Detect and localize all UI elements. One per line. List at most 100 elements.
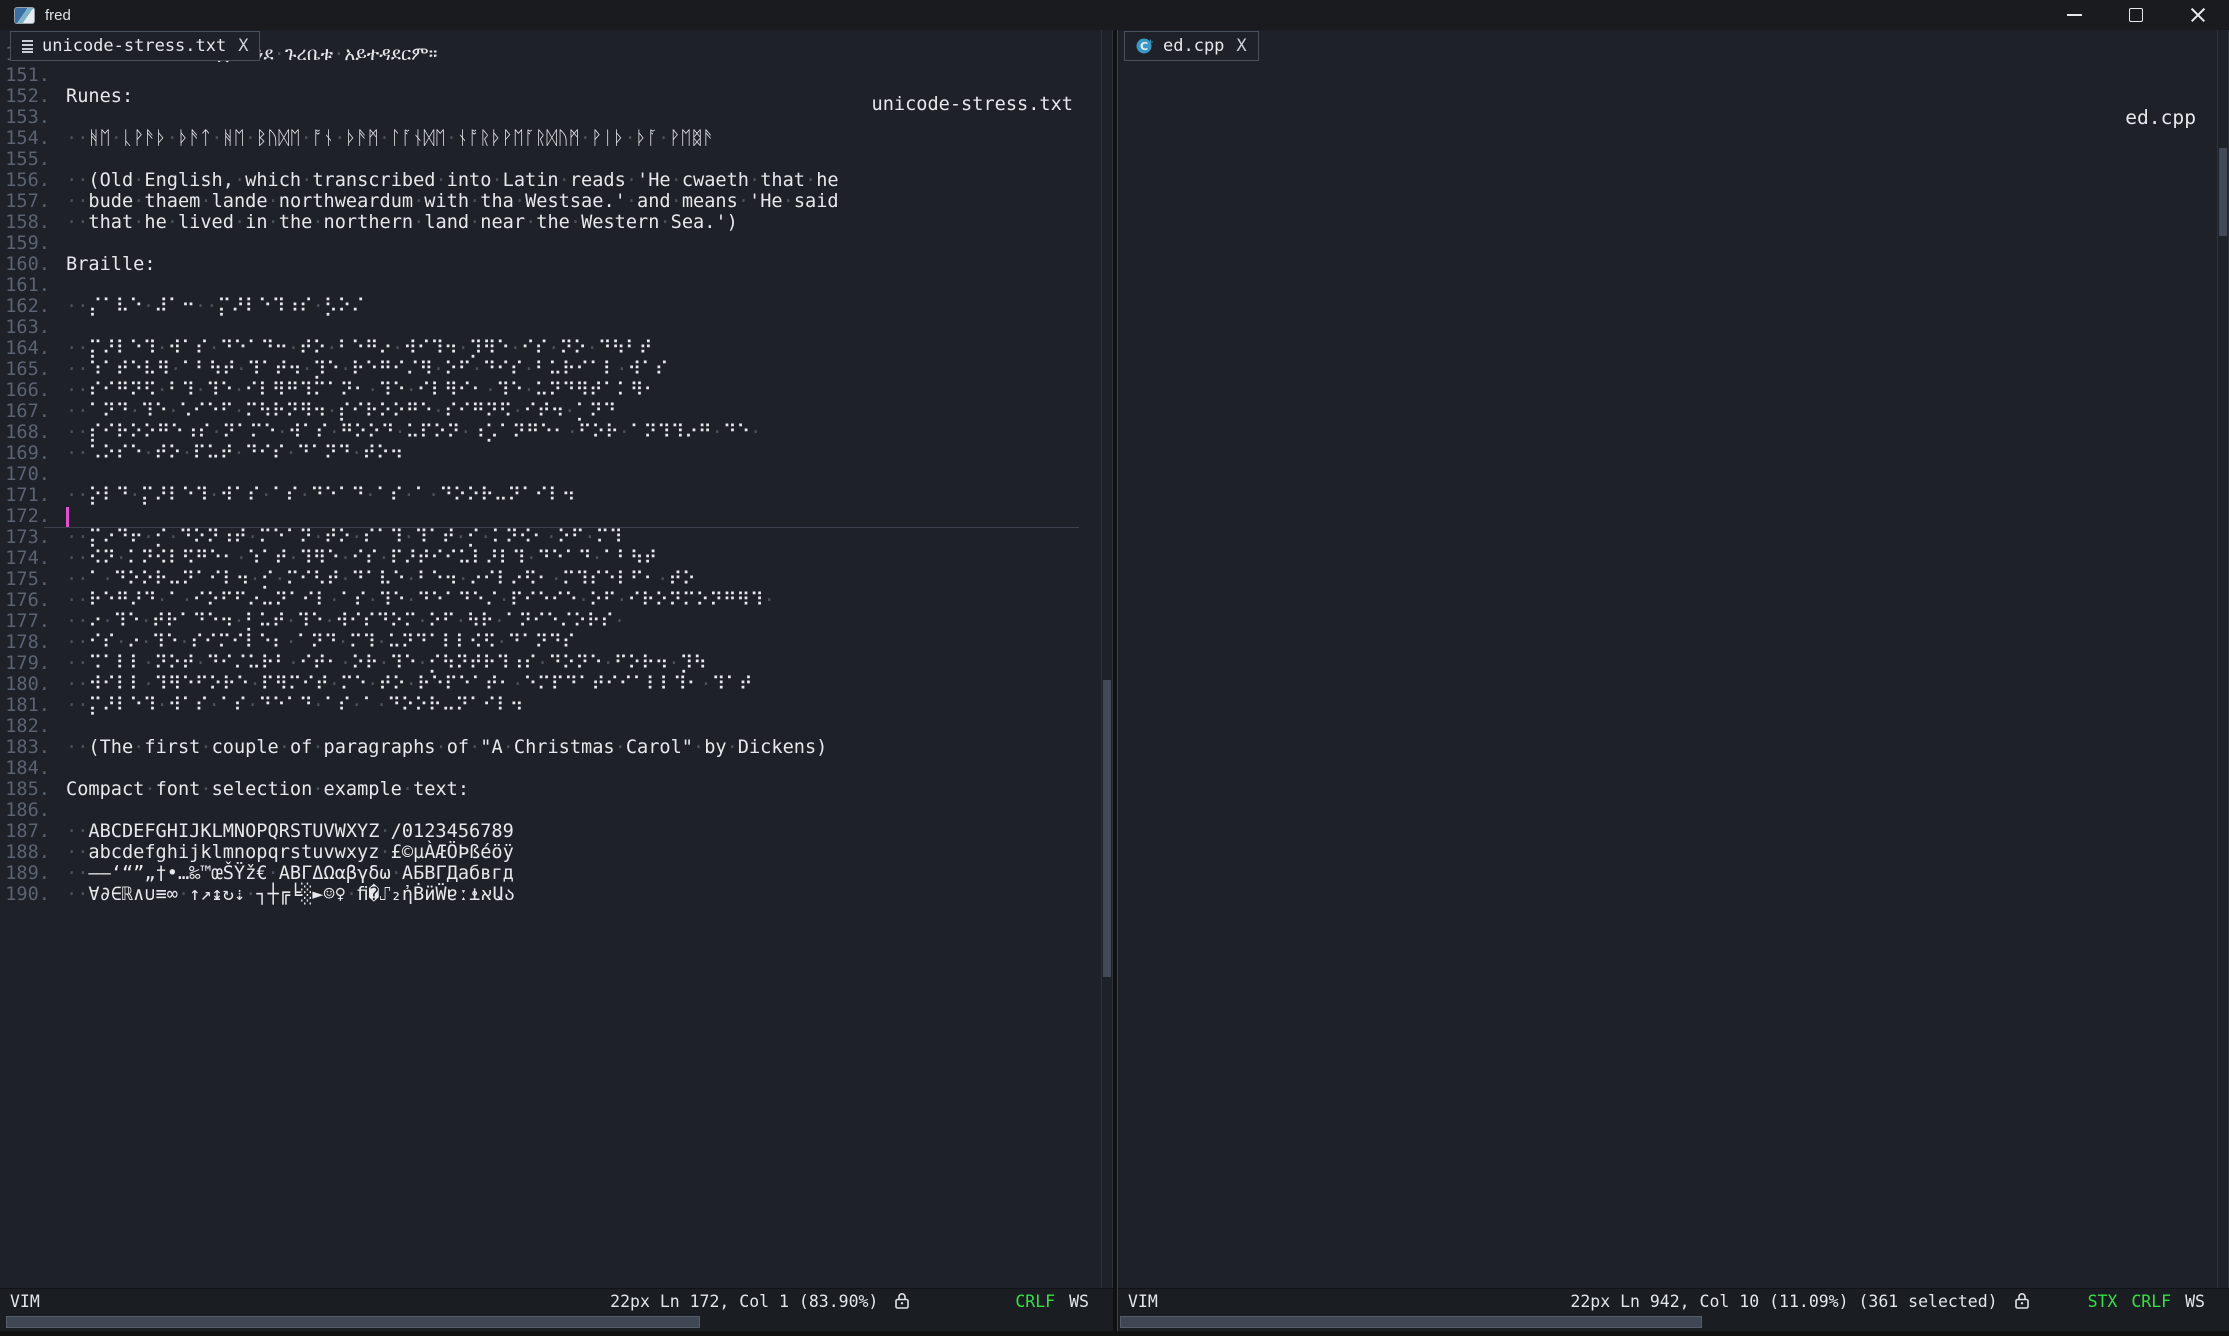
code-line[interactable]: 159. (0, 233, 1101, 254)
code-text: ··abcdefghijklmnopqrstuvwxyz·£©µÀÆÖÞßéöÿ (66, 842, 514, 863)
code-line[interactable]: 183.··(The·first·couple·of·paragraphs·of… (0, 737, 1101, 758)
code-line[interactable]: 160.Braille: (0, 254, 1101, 275)
code-line[interactable]: 176.··⠗⠑⠛⠜⠙·⠁·⠊⠕⠋⠋⠔⠤⠝⠁⠊⠇·⠁⠎·⠹⠑·⠙⠑⠁⠙⠑⠌·⠏⠊… (0, 590, 1101, 611)
code-line[interactable]: 157.··bude·thaem·lande·northweardum·with… (0, 191, 1101, 212)
tab-unicode-stress-txt[interactable]: unicode-stress.txt X (10, 31, 260, 61)
code-line[interactable]: 184. (0, 758, 1101, 779)
code-line[interactable]: 164. ··⡍⠜⠇⠑⠹·⠺⠁⠎·⠙⠑⠁⠙⠒·⠞⠕·⠃⠑⠛⠔·⠺⠊⠹⠲·⡹⠻⠑·⠊… (0, 338, 1101, 359)
vertical-scrollbar[interactable] (2217, 30, 2229, 1289)
code-text: ··⡍⠜⠇⠑⠹·⠺⠁⠎·⠙⠑⠁⠙⠒·⠞⠕·⠃⠑⠛⠔·⠺⠊⠹⠲·⡹⠻⠑·⠊⠎·⠝⠕… (66, 338, 652, 359)
line-number: 189. (0, 863, 50, 884)
line-number: 172. (0, 506, 50, 527)
code-text: ··–—‘“”„†•…‰™œŠŸž€·ΑΒΓΔΩαβγδω·АБВГДабвгд (66, 863, 514, 884)
horizontal-scrollbar[interactable] (0, 1313, 1113, 1331)
text-cursor (66, 507, 69, 527)
code-line[interactable]: 158.··that·he·lived·in·the·northern·land… (0, 212, 1101, 233)
code-text: ··ABCDEFGHIJKLMNOPQRSTUVWXYZ·/0123456789 (66, 821, 514, 842)
code-line[interactable]: 151. (0, 65, 1101, 86)
code-line[interactable]: 190. ··∀∂∈ℝ∧∪≡∞·↑↗↨↻⇣·┐┼╔╘░►☺♀·ﬁ�⑀₂ἠḂӥẄɐː… (0, 884, 1101, 905)
pane-unicode-stress: 150.··ሰው·እንደቤቱ·እንጅ·እንደ·ጉረቤቱ·አይተዳደርም።151.… (0, 30, 1113, 1331)
tab-close-icon[interactable]: X (238, 36, 248, 56)
line-number: 155. (0, 149, 50, 170)
tab-close-icon[interactable]: X (1236, 36, 1246, 56)
line-number: 170. (0, 464, 50, 485)
line-number: 166. (0, 380, 50, 401)
code-line[interactable]: 162.··⡌⠁⠧⠑·⠼⠁⠒··⡍⠜⠇⠑⠹⠰⠎·⡣⠕⠌ (0, 296, 1101, 317)
line-number: 187. (0, 821, 50, 842)
code-line[interactable]: 185. Compact·font·selection·example·text: (0, 779, 1101, 800)
code-text: ··⠁·⠙⠕⠕⠗⠤⠝⠁⠊⠇⠲·⡊·⠍⠊⠣⠞·⠙⠁⠧⠑·⠃⠑⠲·⠔⠊⠇⠔⠫⠂·⠍⠹… (66, 569, 696, 590)
editor-split: 150.··ሰው·እንደቤቱ·እንጅ·እንደ·ጉረቤቱ·አይተዳደርም።151.… (0, 30, 2229, 1331)
line-number: 182. (0, 716, 50, 737)
code-line[interactable]: 187. ··ABCDEFGHIJKLMNOPQRSTUVWXYZ·/012345… (0, 821, 1101, 842)
line-number: 185. (0, 779, 50, 800)
editor-left[interactable]: 150.··ሰው·እንደቤቱ·እንጅ·እንደ·ጉረቤቱ·አይተዳደርም።151.… (0, 30, 1101, 1289)
tab-ed-cpp[interactable]: C+ ed.cpp X (1124, 31, 1259, 61)
line-number: 171. (0, 485, 50, 506)
code-line[interactable]: 177. ··⠔·⠹⠑·⠞⠗⠁⠙⠑⠲·⡃⠥⠞·⠹⠑·⠺⠊⠎⠙⠕⠍·⠕⠋·⠳⠗·⠁⠝… (0, 611, 1101, 632)
vertical-scroll-thumb[interactable] (2219, 148, 2227, 236)
code-line[interactable]: 175.··⠁·⠙⠕⠕⠗⠤⠝⠁⠊⠇⠲·⡊·⠍⠊⠣⠞·⠙⠁⠧⠑·⠃⠑⠲·⠔⠊⠇⠔⠫… (0, 569, 1101, 590)
code-text: ··∀∂∈ℝ∧∪≡∞·↑↗↨↻⇣·┐┼╔╘░►☺♀·ﬁ�⑀₂ἠḂӥẄɐː⍎אԱა (66, 884, 515, 905)
code-text: Runes: (66, 86, 133, 107)
code-text: Compact·font·selection·example·text: (66, 779, 469, 800)
close-button[interactable] (2167, 0, 2229, 30)
maximize-button[interactable] (2105, 0, 2167, 30)
code-line[interactable]: 161. (0, 275, 1101, 296)
code-line[interactable]: 170. (0, 464, 1101, 485)
line-number: 184. (0, 758, 50, 779)
code-line[interactable]: 174.··⠪⠝·⠅⠝⠪⠇⠫⠛⠑⠂·⠱⠁⠞·⠹⠻⠑·⠊⠎·⠏⠜⠞⠊⠊⠥⠇⠜⠇⠹·… (0, 548, 1101, 569)
code-line[interactable]: 186. (0, 800, 1101, 821)
code-line[interactable]: 171.··⡕⠇⠙·⡍⠜⠇⠑⠹·⠺⠁⠎·⠁⠎·⠙⠑⠁⠙·⠁⠎·⠁·⠙⠕⠕⠗⠤⠝⠁… (0, 485, 1101, 506)
code-line[interactable]: 172. (0, 506, 1101, 527)
code-line[interactable]: 178.··⠊⠎·⠔·⠹⠑·⠎⠊⠍⠊⠇⠑⠆·⠁⠝⠙·⠍⠹·⠥⠝⠙⠁⠇⠇⠪⠫·⠙⠁… (0, 632, 1101, 653)
code-line[interactable]: 173.··⡍⠔⠙⠖·⡊·⠙⠕⠝⠰⠞·⠍⠑⠁⠝·⠞⠕·⠎⠁⠹·⠹⠁⠞·⡊·⠅⠝⠪… (0, 527, 1101, 548)
code-line[interactable]: 169.··⠡⠕⠎⠑·⠞⠕·⠏⠥⠞·⠙⠊⠎·⠙⠁⠝⠙·⠞⠕⠲ (0, 443, 1101, 464)
code-text: ··⡌⠁⠧⠑·⠼⠁⠒··⡍⠜⠇⠑⠹⠰⠎·⡣⠕⠌ (66, 296, 365, 317)
line-number: 188. (0, 842, 50, 863)
code-line[interactable]: 154.··ᚻᛖ·ᚳᚹᚫᚦ·ᚦᚫᛏ·ᚻᛖ·ᛒᚢᛞᛖ·ᚩᚾ·ᚦᚫᛗ·ᛚᚪᚾᛞᛖ·ᚾ… (0, 128, 1101, 149)
code-line[interactable]: 180.··⠺⠊⠇⠇·⠹⠻⠑⠋⠕⠗⠑·⠏⠻⠍⠊⠞·⠍⠑·⠞⠕·⠗⠑⠏⠑⠁⠞⠂·⠑… (0, 674, 1101, 695)
code-line[interactable]: 179.··⠩⠁⠇⠇·⠝⠕⠞·⠙⠊⠌⠥⠗⠃·⠊⠞⠂·⠕⠗·⠹⠑·⡊⠳⠝⠞⠗⠹⠰⠎… (0, 653, 1101, 674)
svg-text:+: + (1147, 38, 1154, 47)
code-line[interactable]: 167.··⠁⠝⠙·⠹⠑·⠡⠊⠑⠋·⠍⠳⠗⠝⠻⠲·⡎⠊⠗⠕⠕⠛⠑·⠎⠊⠛⠝⠫·⠊… (0, 401, 1101, 422)
code-line[interactable]: 163. (0, 317, 1101, 338)
horizontal-scroll-thumb[interactable] (1120, 1316, 1702, 1328)
horizontal-scroll-thumb[interactable] (6, 1316, 700, 1328)
close-icon (2190, 7, 2206, 23)
vertical-scrollbar[interactable] (1101, 30, 1113, 1289)
code-line[interactable]: 168.··⡎⠊⠗⠕⠕⠛⠑⠰⠎·⠝⠁⠍⠑·⠺⠁⠎·⠛⠕⠕⠙·⠥⠏⠕⠝·⠰⡡⠁⠝⠛… (0, 422, 1101, 443)
lock-icon[interactable] (2014, 1292, 2030, 1310)
code-line[interactable]: 155. (0, 149, 1101, 170)
code-text: ··bude·thaem·lande·northweardum·with·tha… (66, 191, 839, 212)
status-ws-flag: WS (2185, 1292, 2205, 1311)
code-text: ··⠔·⠹⠑·⠞⠗⠁⠙⠑⠲·⡃⠥⠞·⠹⠑·⠺⠊⠎⠙⠕⠍·⠕⠋·⠳⠗·⠁⠝⠊⠑⠌⠕… (66, 611, 625, 632)
code-text: ··that·he·lived·in·the·northern·land·nea… (66, 212, 738, 233)
code-line[interactable]: 182. (0, 716, 1101, 737)
line-number: 164. (0, 338, 50, 359)
code-line[interactable]: 189. ··–—‘“”„†•…‰™œŠŸž€·ΑΒΓΔΩαβγδω·АБВГДа… (0, 863, 1101, 884)
status-mode: VIM (10, 1292, 40, 1311)
code-line[interactable]: 165.··⠱⠁⠞⠑⠧⠻·⠁⠃⠳⠞·⠹⠁⠞⠲·⡹⠑·⠗⠑⠛⠊⠌⠻·⠕⠋·⠙⠊⠎·… (0, 359, 1101, 380)
status-eol: CRLF (2131, 1292, 2171, 1311)
code-line[interactable]: 156.··(Old·English,·which·transcribed·in… (0, 170, 1101, 191)
code-line[interactable]: 188. ··abcdefghijklmnopqrstuvwxyz·£©µÀÆÖÞ… (0, 842, 1101, 863)
code-line[interactable]: 166. ··⠎⠊⠛⠝⠫·⠃⠹·⠹⠑·⠊⠇⠻⠛⠹⠍⠁⠝⠂·⠹⠑·⠊⠇⠻⠊⠂·⠹⠑·… (0, 380, 1101, 401)
pane-ed-cpp: ed.cpp C+ ed.cpp X VIM 22px Ln 942, Col … (1117, 30, 2229, 1331)
code-line[interactable]: 181.··⡍⠜⠇⠑⠹·⠺⠁⠎·⠁⠎·⠙⠑⠁⠙·⠁⠎·⠁·⠙⠕⠕⠗⠤⠝⠁⠊⠇⠲ (0, 695, 1101, 716)
lock-icon[interactable] (894, 1292, 910, 1310)
minimize-button[interactable] (2043, 0, 2105, 30)
editor-right[interactable]: ed.cpp (1118, 30, 2217, 1289)
code-text: ··⡍⠜⠇⠑⠹·⠺⠁⠎·⠁⠎·⠙⠑⠁⠙·⠁⠎·⠁·⠙⠕⠕⠗⠤⠝⠁⠊⠇⠲ (66, 695, 523, 716)
line-number: 177. (0, 611, 50, 632)
code-text: ··⠱⠁⠞⠑⠧⠻·⠁⠃⠳⠞·⠹⠁⠞⠲·⡹⠑·⠗⠑⠛⠊⠌⠻·⠕⠋·⠙⠊⠎·⠃⠥⠗⠊… (66, 359, 668, 380)
code-text: ··⠁⠝⠙·⠹⠑·⠡⠊⠑⠋·⠍⠳⠗⠝⠻⠲·⡎⠊⠗⠕⠕⠛⠑·⠎⠊⠛⠝⠫·⠊⠞⠲·⡁… (66, 401, 616, 422)
code-text: ··(Old·English,·which·transcribed·into·L… (66, 170, 839, 191)
line-number: 190. (0, 884, 50, 905)
code-text: ··⠎⠊⠛⠝⠫·⠃⠹·⠹⠑·⠊⠇⠻⠛⠹⠍⠁⠝⠂·⠹⠑·⠊⠇⠻⠊⠂·⠹⠑·⠥⠝⠙⠻… (66, 380, 657, 401)
code-text: Braille: (66, 254, 156, 275)
horizontal-scrollbar[interactable] (1118, 1313, 2229, 1331)
vertical-scroll-thumb[interactable] (1103, 680, 1111, 977)
line-number: 176. (0, 590, 50, 611)
status-ws-flag: WS (1069, 1292, 1089, 1311)
